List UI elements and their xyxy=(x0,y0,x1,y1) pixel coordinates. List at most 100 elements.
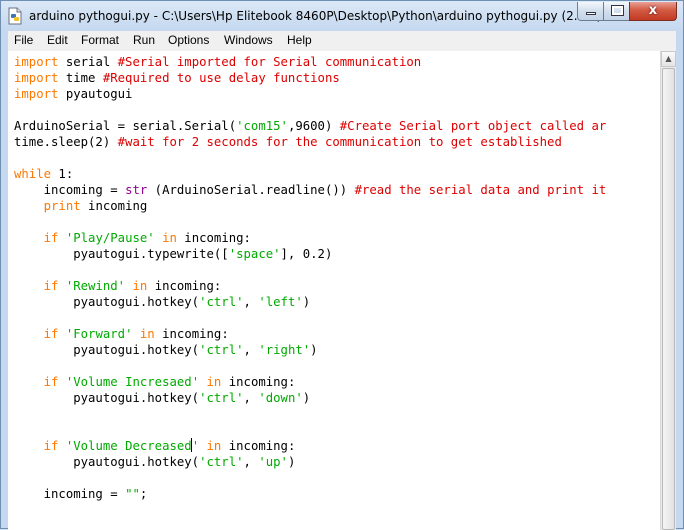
code-line[interactable]: while 1: xyxy=(14,166,606,182)
code-line[interactable]: pyautogui.hotkey('ctrl', 'left') xyxy=(14,294,606,310)
code-line[interactable] xyxy=(14,406,606,422)
keyword-token: in xyxy=(139,327,155,341)
maximize-button[interactable] xyxy=(603,2,630,21)
keyword-token: if xyxy=(43,439,59,453)
code-line[interactable]: import time #Required to use delay funct… xyxy=(14,70,606,86)
code-line[interactable]: if 'Forward' in incoming: xyxy=(14,326,606,342)
code-line[interactable] xyxy=(14,150,606,166)
code-token: ; xyxy=(139,487,148,501)
string-token: 'ctrl' xyxy=(199,455,244,469)
code-line[interactable] xyxy=(14,470,606,486)
code-line[interactable]: incoming = ""; xyxy=(14,486,606,502)
code-line[interactable] xyxy=(14,310,606,326)
code-line[interactable]: if 'Volume Decreased' in incoming: xyxy=(14,438,606,454)
code-token: ) xyxy=(287,455,296,469)
code-line[interactable]: if 'Volume Incresaed' in incoming: xyxy=(14,374,606,390)
code-token: incoming = xyxy=(14,183,126,197)
code-token: ], 0.2) xyxy=(280,247,333,261)
menu-edit[interactable]: Edit xyxy=(47,33,68,47)
comment-token: #wait for 2 seconds for the communicatio… xyxy=(117,135,562,149)
code-token: (ArduinoSerial.readline()) xyxy=(147,183,355,197)
string-token: 'com15' xyxy=(236,119,288,133)
code-line[interactable]: time.sleep(2) #wait for 2 seconds for th… xyxy=(14,134,606,150)
code-line[interactable]: pyautogui.typewrite(['space'], 0.2) xyxy=(14,246,606,262)
string-token: 'ctrl' xyxy=(199,391,244,405)
code-token: , xyxy=(243,455,259,469)
menu-format[interactable]: Format xyxy=(81,33,119,47)
string-token: 'Rewind' xyxy=(65,279,126,293)
code-editor[interactable]: import serial #Serial imported for Seria… xyxy=(8,51,660,530)
code-token: time xyxy=(58,71,103,85)
code-line[interactable]: import serial #Serial imported for Seria… xyxy=(14,54,606,70)
code-line[interactable]: if 'Rewind' in incoming: xyxy=(14,278,606,294)
menu-file[interactable]: File xyxy=(14,33,33,47)
builtin-token: str xyxy=(125,183,148,197)
code-token: , xyxy=(243,343,259,357)
scroll-thumb[interactable] xyxy=(662,68,675,530)
minimize-button[interactable] xyxy=(577,2,604,21)
code-line[interactable]: pyautogui.hotkey('ctrl', 'up') xyxy=(14,454,606,470)
code-token: ,9600) xyxy=(287,119,340,133)
close-button[interactable]: x xyxy=(629,2,677,21)
menu-bar: File Edit Format Run Options Windows Hel… xyxy=(8,31,676,52)
code-token: incoming xyxy=(80,199,148,213)
keyword-token: in xyxy=(206,375,222,389)
code-line[interactable] xyxy=(14,102,606,118)
keyword-token: import xyxy=(14,71,59,85)
menu-run[interactable]: Run xyxy=(133,33,155,47)
code-line[interactable] xyxy=(14,214,606,230)
keyword-token: import xyxy=(14,55,59,69)
code-line[interactable]: pyautogui.hotkey('ctrl', 'down') xyxy=(14,390,606,406)
code-token: pyautogui.hotkey( xyxy=(14,295,200,309)
code-token: incoming: xyxy=(176,231,251,245)
code-token: incoming: xyxy=(221,439,296,453)
code-line[interactable] xyxy=(14,358,606,374)
code-token: ) xyxy=(310,343,318,357)
code-line[interactable]: incoming = str (ArduinoSerial.readline()… xyxy=(14,182,607,198)
menu-options[interactable]: Options xyxy=(168,33,209,47)
scroll-up-button[interactable]: ▲ xyxy=(661,51,676,67)
code-token: incoming: xyxy=(154,327,229,341)
code-text[interactable]: import serial #Serial imported for Seria… xyxy=(14,54,606,502)
code-token: incoming: xyxy=(221,375,296,389)
vertical-scrollbar[interactable]: ▲ xyxy=(660,51,676,530)
code-line[interactable] xyxy=(14,262,606,278)
title-bar[interactable]: arduino pythogui.py - C:\Users\Hp Eliteb… xyxy=(1,1,683,31)
code-line[interactable]: import pyautogui xyxy=(14,86,606,102)
code-line[interactable]: print incoming xyxy=(14,198,606,214)
keyword-token: print xyxy=(43,199,81,213)
comment-token: #read the serial data and print it xyxy=(354,183,607,197)
string-token: 'Volume Decreased xyxy=(65,439,192,453)
python-file-icon xyxy=(8,7,22,25)
string-token: 'down' xyxy=(258,391,303,405)
close-icon: x xyxy=(648,3,658,18)
string-token: 'space' xyxy=(228,247,281,261)
code-line[interactable]: pyautogui.hotkey('ctrl', 'right') xyxy=(14,342,606,358)
code-token: pyautogui.hotkey( xyxy=(14,455,200,469)
code-token: ) xyxy=(302,391,311,405)
keyword-token: import xyxy=(14,87,59,101)
code-token: 1: xyxy=(51,167,74,181)
code-token: time.sleep(2) xyxy=(14,135,118,149)
keyword-token: if xyxy=(43,231,59,245)
code-line[interactable] xyxy=(14,422,606,438)
string-token: 'up' xyxy=(258,455,288,469)
code-line[interactable]: ArduinoSerial = serial.Serial('com15',96… xyxy=(14,118,606,134)
menu-help[interactable]: Help xyxy=(287,33,312,47)
menu-windows[interactable]: Windows xyxy=(224,33,273,47)
window-frame-right xyxy=(676,31,683,528)
code-token: incoming: xyxy=(147,279,222,293)
code-line[interactable]: if 'Play/Pause' in incoming: xyxy=(14,230,606,246)
